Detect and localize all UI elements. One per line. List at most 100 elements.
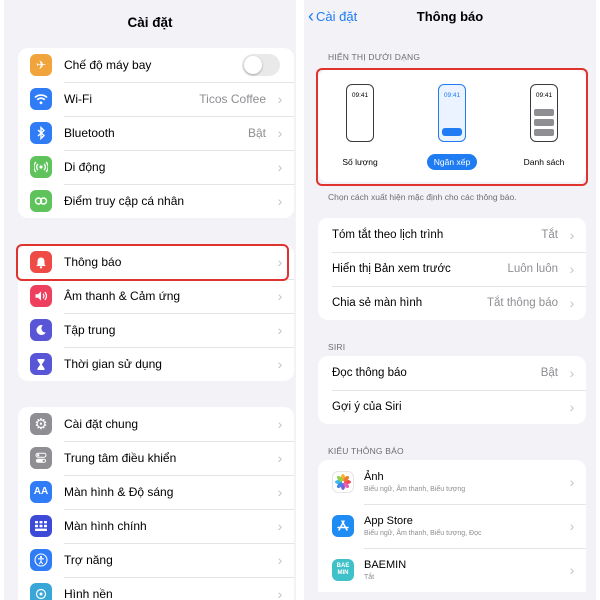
row-scheduled-summary[interactable]: Tóm tắt theo lịch trình Tắt ›: [318, 218, 586, 252]
siri-header: SIRI: [328, 342, 346, 352]
bluetooth-value: Bật: [247, 126, 266, 140]
wifi-network-value: Ticos Coffee: [199, 92, 266, 106]
settings-row-general[interactable]: ⚙ Cài đặt chung ›: [18, 407, 294, 441]
chevron-right-icon: ›: [277, 518, 283, 534]
chevron-right-icon: ›: [569, 562, 575, 578]
row-value: Tắt thông báo: [487, 297, 558, 309]
app-alert-styles: Tắt: [364, 574, 375, 581]
text-size-icon: AA: [30, 481, 52, 503]
list-notification-bar: [534, 119, 554, 126]
phone-time: 09:41: [443, 92, 461, 99]
list-notification-bar: [534, 109, 554, 116]
chevron-left-icon: ‹: [308, 6, 314, 26]
row-label: Thông báo: [64, 255, 122, 269]
settings-row-display[interactable]: AA Màn hình & Độ sáng ›: [18, 475, 294, 509]
switches-icon: [30, 447, 52, 469]
gear-icon: ⚙: [30, 413, 52, 435]
row-label: Hiển thị Bản xem trước: [332, 263, 451, 275]
stack-notification-bar: [442, 128, 462, 136]
chevron-right-icon: ›: [277, 552, 283, 568]
settings-row-wallpaper[interactable]: Hình nền ›: [18, 577, 294, 600]
settings-row-cellular[interactable]: Di động ›: [18, 150, 294, 184]
chevron-right-icon: ›: [277, 450, 283, 466]
style-label-stack: Ngăn xếp: [426, 154, 478, 170]
back-button[interactable]: ‹ Cài đặt: [308, 7, 357, 25]
display-style-footer: Chọn cách xuất hiện mặc định cho các thô…: [328, 192, 517, 202]
phone-count-icon: 09:41: [346, 84, 374, 142]
chevron-right-icon: ›: [277, 193, 283, 209]
style-label-list: Danh sách: [523, 157, 565, 167]
row-value: Bật: [540, 367, 558, 379]
app-row-photos[interactable]: Ảnh Biểu ngữ, Âm thanh, Biểu tượng ›: [318, 460, 586, 504]
row-announce-notifications[interactable]: Đọc thông báo Bật ›: [318, 356, 586, 390]
speaker-icon: [30, 285, 52, 307]
settings-row-focus[interactable]: Tập trung ›: [18, 313, 294, 347]
row-label: Bluetooth: [64, 126, 115, 140]
app-row-app-store[interactable]: App Store Biểu ngữ, Âm thanh, Biểu tượng…: [318, 504, 586, 548]
settings-row-control-center[interactable]: Trung tâm điều khiển ›: [18, 441, 294, 475]
row-label: Hình nền: [64, 587, 113, 600]
chevron-right-icon: ›: [277, 586, 283, 600]
row-label: Tập trung: [64, 323, 116, 337]
row-value: Luôn luôn: [507, 263, 558, 275]
chevron-right-icon: ›: [277, 125, 283, 141]
settings-row-airplane-mode[interactable]: ✈ Chế độ máy bay: [18, 48, 294, 82]
row-label: Thời gian sử dụng: [64, 357, 162, 371]
settings-row-notifications[interactable]: Thông báo ›: [18, 245, 294, 279]
style-option-stack[interactable]: 09:41 Ngăn xếp: [414, 84, 490, 170]
phone-time: 09:41: [351, 92, 369, 99]
phone-time: 09:41: [535, 92, 553, 99]
style-option-list[interactable]: 09:41 Danh sách: [506, 84, 582, 170]
settings-row-home-screen[interactable]: Màn hình chính ›: [18, 509, 294, 543]
row-label: Wi-Fi: [64, 92, 92, 106]
chevron-right-icon: ›: [569, 365, 575, 381]
hotspot-icon: [30, 190, 52, 212]
chevron-right-icon: ›: [569, 474, 575, 490]
chevron-right-icon: ›: [277, 254, 283, 270]
chevron-right-icon: ›: [277, 484, 283, 500]
row-label: Chia sẻ màn hình: [332, 297, 423, 309]
display-style-card: 09:41 Số lượng 09:41 Ngăn xếp 09:41 Danh…: [318, 70, 586, 182]
phone-stack-icon: 09:41: [438, 84, 466, 142]
app-row-baemin[interactable]: BAE MIN BAEMIN Tắt ›: [318, 548, 586, 592]
baemin-icon: BAE MIN: [332, 559, 354, 581]
row-label: Màn hình chính: [64, 519, 147, 533]
row-label: Màn hình & Độ sáng: [64, 485, 174, 499]
app-alert-styles: Biểu ngữ, Âm thanh, Biểu tượng: [364, 486, 466, 493]
photos-icon: [332, 471, 354, 493]
settings-row-sounds[interactable]: Âm thanh & Cảm ứng ›: [18, 279, 294, 313]
settings-row-hotspot[interactable]: Điểm truy cập cá nhân ›: [18, 184, 294, 218]
chevron-right-icon: ›: [277, 288, 283, 304]
row-label: Âm thanh & Cảm ứng: [64, 289, 181, 303]
row-label: Cài đặt chung: [64, 417, 139, 431]
settings-row-accessibility[interactable]: Trợ năng ›: [18, 543, 294, 577]
chevron-right-icon: ›: [277, 91, 283, 107]
airplane-mode-toggle[interactable]: [242, 54, 280, 76]
app-name: BAEMIN: [364, 559, 407, 571]
settings-row-wifi[interactable]: Wi-Fi Ticos Coffee ›: [18, 82, 294, 116]
style-option-count[interactable]: 09:41 Số lượng: [322, 84, 398, 170]
settings-row-screen-time[interactable]: Thời gian sử dụng ›: [18, 347, 294, 381]
hourglass-icon: [30, 353, 52, 375]
row-label: Đọc thông báo: [332, 367, 407, 379]
row-screen-sharing[interactable]: Chia sẻ màn hình Tắt thông báo ›: [318, 286, 586, 320]
bluetooth-icon: [30, 122, 52, 144]
chevron-right-icon: ›: [569, 295, 575, 311]
settings-title: Cài đặt: [127, 15, 173, 30]
bell-icon: [30, 251, 52, 273]
row-value: Tắt: [541, 229, 558, 241]
settings-panel: Cài đặt ✈ Chế độ máy bay Wi-Fi Ticos Cof…: [4, 0, 296, 600]
general-group: ⚙ Cài đặt chung › Trung tâm điều khiển ›…: [18, 407, 294, 600]
row-show-previews[interactable]: Hiển thị Bản xem trước Luôn luôn ›: [318, 252, 586, 286]
moon-icon: [30, 319, 52, 341]
phone-list-icon: 09:41: [530, 84, 558, 142]
row-siri-suggestions[interactable]: Gợi ý của Siri ›: [318, 390, 586, 424]
app-list-group: Ảnh Biểu ngữ, Âm thanh, Biểu tượng › App…: [318, 460, 586, 592]
app-store-icon: [332, 515, 354, 537]
preview-settings-group: Tóm tắt theo lịch trình Tắt › Hiển thị B…: [318, 218, 586, 320]
connectivity-group: ✈ Chế độ máy bay Wi-Fi Ticos Coffee › Bl…: [18, 48, 294, 218]
chevron-right-icon: ›: [569, 518, 575, 534]
chevron-right-icon: ›: [277, 356, 283, 372]
settings-row-bluetooth[interactable]: Bluetooth Bật ›: [18, 116, 294, 150]
accessibility-icon: [30, 549, 52, 571]
